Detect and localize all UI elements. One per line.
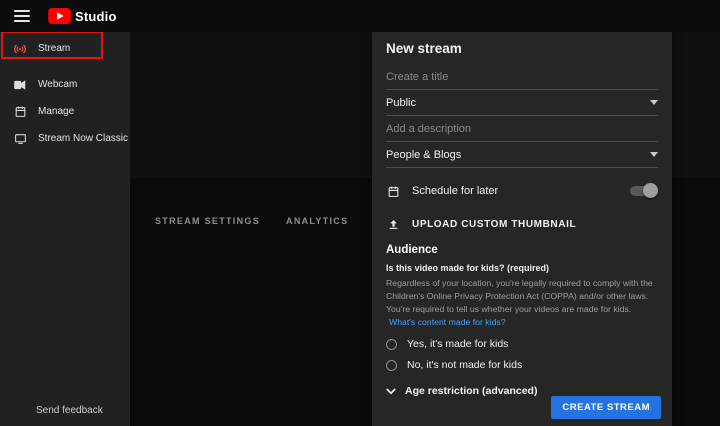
tab-analytics[interactable]: ANALYTICS: [286, 216, 348, 232]
send-feedback-link[interactable]: Send feedback: [36, 405, 103, 416]
calendar-icon: [13, 105, 27, 119]
hamburger-menu-icon[interactable]: [14, 10, 30, 22]
broadcast-icon: [13, 42, 27, 56]
top-bar: Studio: [0, 0, 720, 32]
radio-label: Yes, it's made for kids: [407, 338, 509, 351]
category-value: People & Blogs: [386, 148, 462, 161]
tab-stream-settings[interactable]: STREAM SETTINGS: [155, 216, 260, 232]
upload-thumbnail-button[interactable]: UPLOAD CUSTOM THUMBNAIL: [386, 212, 658, 236]
radio-not-made-for-kids[interactable]: No, it's not made for kids: [386, 359, 658, 371]
webcam-icon: [13, 78, 27, 92]
youtube-play-icon: [48, 8, 71, 24]
privacy-select[interactable]: Public: [386, 90, 658, 116]
chevron-down-icon: [386, 388, 396, 395]
chevron-down-icon: [650, 100, 658, 105]
radio-icon[interactable]: [386, 359, 397, 371]
stream-description-input[interactable]: [386, 116, 658, 142]
dialog-body: Public People & Blogs Schedule for later: [372, 64, 672, 397]
schedule-calendar-icon: [386, 184, 400, 198]
chevron-down-icon: [650, 152, 658, 157]
privacy-value: Public: [386, 96, 416, 109]
sidebar-item-manage[interactable]: Manage: [0, 98, 130, 125]
sidebar-item-stream-now-classic[interactable]: Stream Now Classic: [0, 125, 130, 152]
upload-icon: [386, 217, 400, 231]
age-restriction-label: Age restriction (advanced): [405, 385, 538, 398]
radio-label: No, it's not made for kids: [407, 359, 523, 372]
kids-question: Is this video made for kids? (required): [386, 263, 550, 273]
sidebar-item-label: Stream Now Classic: [38, 133, 129, 144]
sidebar-item-label: Webcam: [38, 79, 78, 90]
youtube-studio-stream-page: Studio Stream Webcam Manage Stream Now C…: [0, 0, 720, 426]
schedule-toggle[interactable]: [630, 183, 658, 198]
upload-label: UPLOAD CUSTOM THUMBNAIL: [412, 218, 577, 230]
radio-made-for-kids[interactable]: Yes, it's made for kids: [386, 338, 658, 350]
youtube-studio-logo[interactable]: Studio: [48, 8, 117, 24]
main-tab-bar: STREAM SETTINGS ANALYTICS: [155, 216, 348, 232]
new-stream-dialog: New stream Public People & Blogs: [372, 32, 672, 426]
schedule-row: Schedule for later: [386, 178, 658, 204]
sidebar-item-webcam[interactable]: Webcam: [0, 71, 130, 98]
brand-label: Studio: [75, 8, 117, 24]
sidebar-item-label: Manage: [38, 106, 75, 117]
kids-info-text: Regardless of your location, you're lega…: [386, 278, 653, 315]
schedule-label: Schedule for later: [412, 185, 499, 197]
stream-title-input[interactable]: [386, 64, 658, 90]
create-stream-button[interactable]: CREATE STREAM: [551, 396, 661, 419]
sidebar-item-stream[interactable]: Stream: [0, 35, 130, 62]
sidebar-item-label: Stream: [38, 43, 71, 54]
kids-info-paragraph: Regardless of your location, you're lega…: [386, 277, 658, 329]
sidebar: Stream Webcam Manage Stream Now Classic …: [0, 32, 130, 426]
kids-info-link[interactable]: What's content made for kids?: [389, 317, 506, 327]
dialog-title: New stream: [386, 40, 462, 56]
audience-heading: Audience: [386, 244, 438, 256]
category-select[interactable]: People & Blogs: [386, 142, 658, 168]
radio-icon[interactable]: [386, 338, 397, 350]
classic-stream-icon: [13, 132, 27, 146]
